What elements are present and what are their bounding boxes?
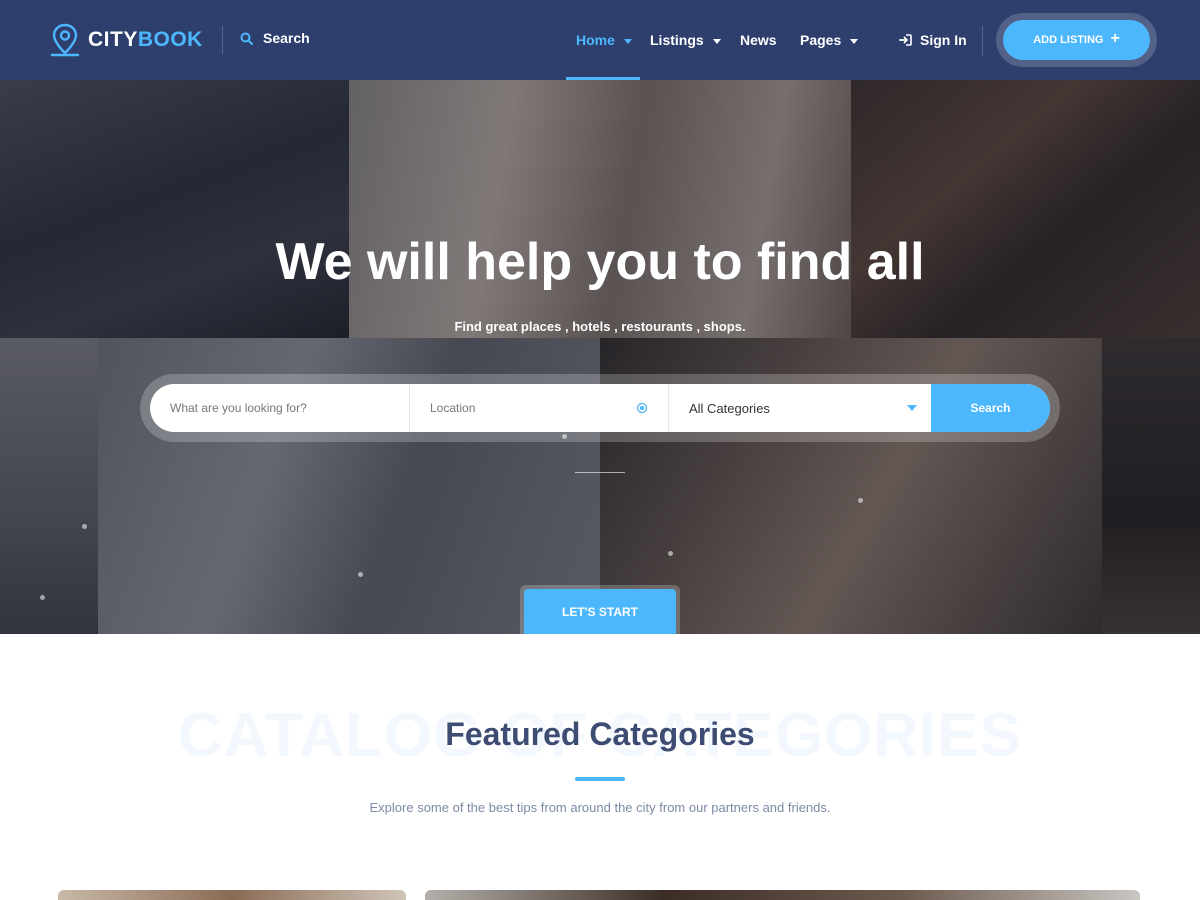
particle-dot bbox=[668, 551, 673, 556]
section-title: Featured Categories bbox=[445, 716, 755, 752]
what-input[interactable] bbox=[150, 384, 409, 432]
add-listing-label: ADD LISTING bbox=[1033, 34, 1104, 46]
category-card[interactable] bbox=[425, 890, 1140, 900]
sign-in-icon bbox=[899, 34, 912, 46]
header-divider bbox=[982, 26, 983, 56]
sign-in-link[interactable]: Sign In bbox=[899, 32, 967, 48]
nav-news-label: News bbox=[740, 32, 777, 48]
hero-divider bbox=[575, 472, 625, 473]
chevron-down-icon bbox=[907, 405, 917, 411]
location-target-icon[interactable] bbox=[636, 402, 648, 414]
logo[interactable]: CITYBOOK bbox=[50, 22, 203, 58]
hero-overlay bbox=[0, 80, 1200, 634]
chevron-down-icon bbox=[623, 38, 632, 44]
map-pin-icon bbox=[50, 23, 80, 57]
hero-title: We will help you to find all bbox=[275, 233, 925, 291]
chevron-down-icon bbox=[850, 38, 859, 44]
particle-dot bbox=[40, 595, 45, 600]
nav-home[interactable]: Home bbox=[566, 0, 640, 80]
category-card[interactable] bbox=[58, 890, 406, 900]
section-title-underline bbox=[575, 777, 625, 781]
site-header: CITYBOOK Search Home Listings News Pages bbox=[0, 0, 1200, 80]
logo-text: CITYBOOK bbox=[88, 28, 203, 51]
nav-listings[interactable]: Listings bbox=[640, 0, 730, 80]
plus-icon: + bbox=[1110, 30, 1120, 47]
particle-dot bbox=[358, 572, 363, 577]
particle-dot bbox=[82, 524, 87, 529]
location-field bbox=[410, 384, 669, 432]
nav-news[interactable]: News bbox=[730, 0, 790, 80]
location-input[interactable] bbox=[410, 384, 668, 432]
nav-pages[interactable]: Pages bbox=[790, 0, 862, 80]
category-selected-value: All Categories bbox=[689, 400, 770, 416]
nav-pages-label: Pages bbox=[800, 32, 842, 48]
chevron-down-icon bbox=[712, 38, 721, 44]
hero-subtitle: Find great places , hotels , restourants… bbox=[454, 319, 746, 334]
hero-search-bar: All Categories Search bbox=[150, 384, 1050, 432]
hero-section: We will help you to find all Find great … bbox=[0, 80, 1200, 634]
header-divider bbox=[222, 26, 223, 54]
add-listing-wrapper: ADD LISTING + bbox=[996, 13, 1157, 67]
particle-dot bbox=[858, 498, 863, 503]
category-select[interactable]: All Categories bbox=[669, 384, 931, 432]
section-subtitle: Explore some of the best tips from aroun… bbox=[369, 800, 831, 815]
header-search-button[interactable]: Search bbox=[240, 30, 310, 46]
add-listing-button[interactable]: ADD LISTING + bbox=[1003, 20, 1150, 60]
main-nav: Home Listings News Pages bbox=[566, 0, 862, 80]
lets-start-button[interactable]: LET'S START bbox=[524, 589, 676, 634]
hero-search-button[interactable]: Search bbox=[931, 384, 1050, 432]
nav-home-label: Home bbox=[576, 32, 615, 48]
sign-in-label: Sign In bbox=[920, 32, 967, 48]
start-button-wrapper: LET'S START bbox=[520, 585, 680, 634]
hero-search-wrapper: All Categories Search bbox=[140, 374, 1060, 442]
what-field bbox=[150, 384, 410, 432]
header-search-label: Search bbox=[263, 30, 310, 46]
nav-listings-label: Listings bbox=[650, 32, 704, 48]
search-icon bbox=[240, 32, 253, 45]
